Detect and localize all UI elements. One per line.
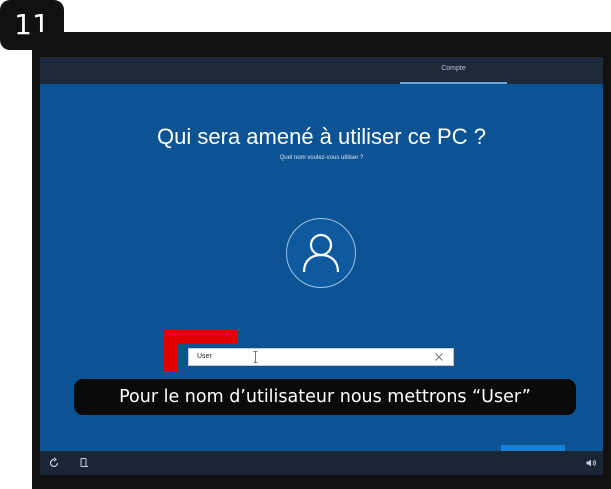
user-icon <box>302 233 340 273</box>
instruction-caption: Pour le nom d’utilisateur nous mettrons … <box>74 379 576 415</box>
ease-of-access-icon[interactable] <box>48 457 60 469</box>
keyboard-icon[interactable] <box>78 457 90 469</box>
page-title: Qui sera amené à utiliser ce PC ? <box>157 124 486 149</box>
setup-screen: Qui sera amené à utiliser ce PC ? Quel n… <box>40 84 603 467</box>
page-subtitle: Quel nom voulez-vous utiliser ? <box>279 155 364 161</box>
text-cursor-icon <box>253 351 258 363</box>
setup-top-bar: Compte <box>40 57 603 84</box>
screenshot-stage: 11 Compte Qui sera amené à utiliser ce P… <box>0 0 611 489</box>
volume-icon[interactable] <box>585 457 597 469</box>
username-input[interactable]: User <box>188 348 454 366</box>
highlight-marker-left <box>164 330 178 372</box>
avatar <box>286 218 356 288</box>
tab-compte[interactable]: Compte <box>400 57 507 84</box>
monitor-frame: Compte Qui sera amené à utiliser ce PC ?… <box>32 32 611 489</box>
setup-bottom-bar <box>40 451 603 475</box>
close-icon[interactable] <box>433 351 445 363</box>
tab-compte-label: Compte <box>441 65 466 72</box>
username-value: User <box>197 353 212 360</box>
